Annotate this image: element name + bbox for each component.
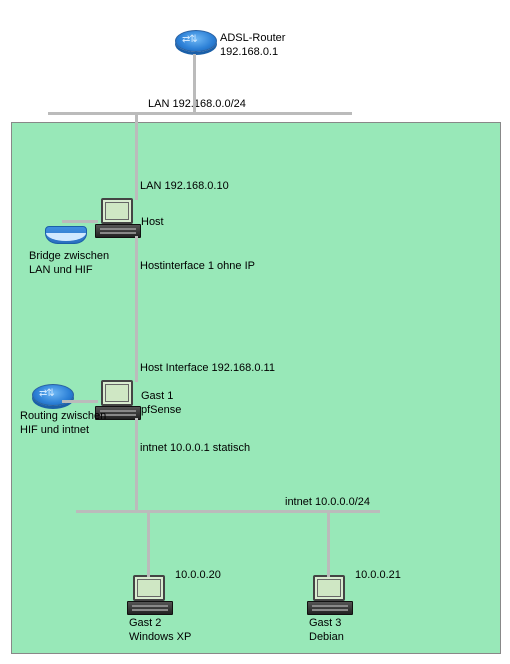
bridge-icon	[45, 226, 85, 248]
adsl-router-ip: 192.168.0.1	[220, 46, 278, 58]
host-lan-ip-label: LAN 192.168.0.10	[140, 180, 229, 192]
diagram-canvas: www.nwlab.net ⇄⇅ ADSL-Router 192.168.0.1…	[0, 0, 510, 664]
guest2-name-line2: Windows XP	[129, 631, 191, 643]
routing-router-icon: ⇄⇅	[32, 384, 72, 408]
guest3-name-line2: Debian	[309, 631, 344, 643]
pfsense-intnet-label: intnet 10.0.0.1 statisch	[140, 442, 250, 454]
bridge-label-line1: Bridge zwischen	[29, 250, 109, 262]
host-name-label: Host	[141, 216, 164, 228]
link-host-to-pfsense	[135, 236, 138, 382]
routing-label-line1: Routing zwischen	[20, 410, 106, 422]
link-router-to-lan	[193, 54, 196, 112]
bridge-label-line2: LAN und HIF	[29, 264, 93, 276]
link-pfsense-to-intnet	[135, 418, 138, 510]
host-interface1-label: Hostinterface 1 ohne IP	[140, 260, 255, 272]
link-intnet-to-guest3	[327, 513, 330, 577]
lan-segment-label: LAN 192.168.0.0/24	[148, 98, 246, 110]
pfsense-name-line1: Gast 1	[141, 390, 173, 402]
routing-label-line2: HIF und intnet	[20, 424, 89, 436]
guest2-pc-icon	[127, 575, 171, 615]
link-bridge-to-host	[62, 220, 98, 223]
guest2-name-line1: Gast 2	[129, 617, 161, 629]
host-pc-icon	[95, 198, 139, 238]
guest2-ip-label: 10.0.0.20	[175, 569, 221, 581]
guest3-name-line1: Gast 3	[309, 617, 341, 629]
link-intnet-to-guest2	[147, 513, 150, 577]
pfsense-host-interface-label: Host Interface 192.168.0.11	[140, 362, 275, 374]
intnet-segment-label: intnet 10.0.0.0/24	[285, 496, 370, 508]
lan-bus-line	[48, 112, 352, 115]
intnet-bus-line	[76, 510, 380, 513]
virtual-environment-box	[11, 122, 501, 654]
guest3-ip-label: 10.0.0.21	[355, 569, 401, 581]
link-lan-to-host	[135, 115, 138, 200]
adsl-router-icon: ⇄⇅	[175, 30, 215, 54]
adsl-router-label: ADSL-Router	[220, 32, 285, 44]
pfsense-name-line2: pfSense	[141, 404, 181, 416]
guest3-pc-icon	[307, 575, 351, 615]
link-routing-to-pfsense	[62, 400, 98, 403]
